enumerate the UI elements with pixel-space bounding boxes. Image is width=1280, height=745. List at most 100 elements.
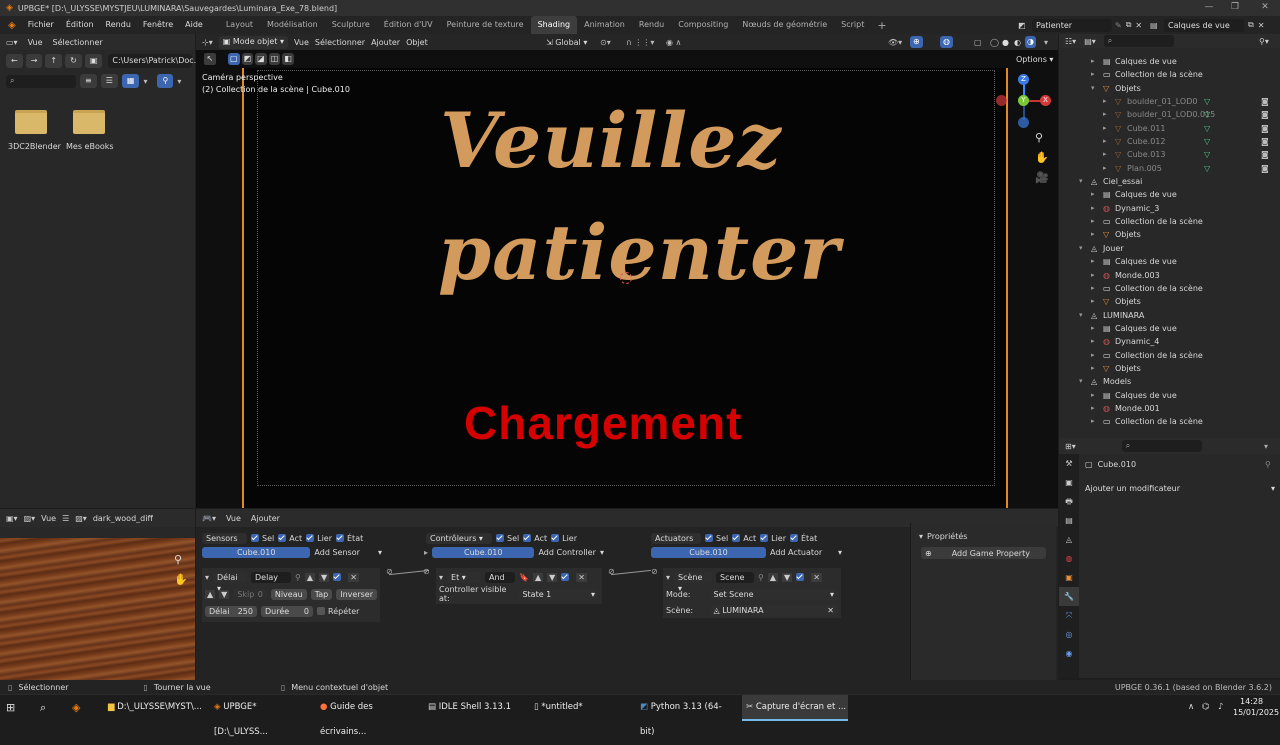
move-up-icon[interactable]: ▲ bbox=[767, 572, 779, 582]
add-modifier-dropdown[interactable]: Ajouter un modificateur ▾ bbox=[1085, 484, 1275, 493]
outliner-editor-icon[interactable]: ☷▾ bbox=[1065, 37, 1076, 46]
outliner-row[interactable]: ▾ ◬ Jouer bbox=[1059, 242, 1280, 255]
proportional-edit-icon[interactable]: ◉ ∧ bbox=[666, 38, 681, 47]
sensors-act-checkbox[interactable]: Act bbox=[278, 534, 302, 543]
move-down-icon[interactable]: ▼ bbox=[547, 572, 558, 582]
viewport-3d[interactable]: ⊹▾ ▣ Mode objet ▾ Vue Sélectionner Ajout… bbox=[196, 34, 1058, 508]
logic-add-menu[interactable]: Ajouter bbox=[251, 514, 280, 523]
expand-closed-icon[interactable]: ▸ bbox=[1103, 108, 1107, 121]
scene-pin-icon[interactable]: ✎ bbox=[1115, 21, 1122, 30]
sensors-link-checkbox[interactable]: Lier bbox=[306, 534, 332, 543]
scene-tab-icon[interactable]: ◬ bbox=[1059, 530, 1079, 549]
expand-closed-icon[interactable]: ▸ bbox=[1091, 269, 1095, 282]
gizmo-x-circle[interactable]: X bbox=[1040, 95, 1051, 106]
expand-closed-icon[interactable]: ▸ bbox=[1091, 415, 1095, 428]
viewport-menu-select[interactable]: Sélectionner bbox=[315, 38, 365, 47]
controllers-link-checkbox[interactable]: Lier bbox=[551, 534, 577, 543]
move-up-icon[interactable]: ▲ bbox=[532, 572, 544, 582]
visibility-icon[interactable]: 👁▾ bbox=[888, 38, 902, 47]
tab-geometry-nodes[interactable]: Nœuds de géométrie bbox=[735, 16, 834, 34]
outliner-row[interactable]: ▸ ▤ Calques de vue bbox=[1059, 55, 1280, 68]
controller-expand-icon[interactable]: ▸ bbox=[424, 548, 428, 557]
outliner-filter-icon[interactable]: ⚲▾ bbox=[1259, 37, 1269, 46]
maximize-button[interactable]: ❐ bbox=[1222, 0, 1248, 16]
view-layer-copy-icon[interactable]: ⧉ bbox=[1248, 20, 1254, 30]
shading-solid-icon[interactable]: ● bbox=[1002, 38, 1009, 47]
taskbar-item-explorer[interactable]: ▆ D:\_ULYSSE\MYST\... bbox=[104, 695, 204, 721]
active-tool-icon[interactable]: ↖ bbox=[204, 53, 216, 65]
expand-closed-icon[interactable]: ▸ bbox=[1091, 188, 1095, 201]
controller-state-dropdown[interactable]: State 1 ▾ bbox=[518, 588, 599, 600]
controllers-sel-checkbox[interactable]: Sel bbox=[496, 534, 519, 543]
pulse-down-icon[interactable]: ▼ bbox=[219, 589, 230, 599]
refresh-icon[interactable]: ↻ bbox=[65, 54, 82, 68]
link-socket-icon[interactable]: ⊘ bbox=[386, 567, 393, 576]
actuators-state-checkbox[interactable]: État bbox=[790, 534, 817, 543]
detail-view-icon[interactable]: ☰ bbox=[100, 74, 118, 88]
image-pan-icon[interactable]: ✋ bbox=[174, 573, 188, 586]
tab-scripting[interactable]: Script bbox=[834, 16, 871, 34]
expand-closed-icon[interactable]: ▸ bbox=[1103, 162, 1107, 175]
outliner-row[interactable]: ▸ ▤ Calques de vue bbox=[1059, 322, 1280, 335]
viewport-editor-icon[interactable]: ⊹▾ bbox=[202, 38, 213, 47]
clock-time[interactable]: 14:28 bbox=[1240, 697, 1263, 706]
taskbar-item-snipping[interactable]: ✂ Capture d'écran et ... bbox=[742, 695, 848, 721]
collapse-icon[interactable]: ▾ bbox=[666, 573, 670, 582]
file-select-menu[interactable]: Sélectionner bbox=[53, 38, 103, 47]
gizmo-neg-z-circle[interactable] bbox=[1018, 117, 1029, 128]
shading-options-icon[interactable]: ▾ bbox=[1044, 38, 1048, 47]
tap-button[interactable]: Tap bbox=[310, 588, 333, 600]
bookmark-icon[interactable]: 🔖 bbox=[519, 573, 529, 582]
expand-open-icon[interactable]: ▾ bbox=[1091, 82, 1095, 95]
expand-closed-icon[interactable]: ▸ bbox=[1091, 402, 1095, 415]
move-down-icon[interactable]: ▼ bbox=[319, 572, 330, 582]
sensor-name-field[interactable]: Delay bbox=[251, 571, 292, 583]
mode-dropdown[interactable]: Set Scene ▾ bbox=[709, 588, 838, 600]
expand-closed-icon[interactable]: ▸ bbox=[1091, 389, 1095, 402]
move-up-icon[interactable]: ▲ bbox=[304, 572, 316, 582]
outliner-row[interactable]: ▸ ▤ Calques de vue bbox=[1059, 389, 1280, 402]
actuator-pin-icon[interactable]: ⚲ bbox=[758, 573, 764, 582]
transform-orientation-dropdown[interactable]: ⇲ Global ▾ bbox=[546, 38, 587, 47]
controllers-filter-dropdown[interactable]: Contrôleurs ▾ bbox=[426, 532, 492, 544]
scene-copy-icon[interactable]: ⧉ bbox=[1126, 20, 1132, 30]
pulse-up-icon[interactable]: ▲ bbox=[205, 589, 216, 599]
parent-folder-icon[interactable]: ↑ bbox=[45, 54, 63, 68]
clock-date[interactable]: 15/01/2025 bbox=[1233, 708, 1279, 717]
viewport-menu-view[interactable]: Vue bbox=[294, 38, 309, 47]
outliner-row[interactable]: ▸ ◍ Dynamic_4 bbox=[1059, 335, 1280, 348]
viewport-menu-add[interactable]: Ajouter bbox=[371, 38, 400, 47]
data-tab-icon[interactable]: ◉ bbox=[1059, 644, 1079, 663]
outliner-row[interactable]: ▸ ▭ Collection de la scène bbox=[1059, 349, 1280, 362]
sensor-type-dropdown[interactable]: Délai ▾ bbox=[213, 571, 248, 593]
render-visibility-icon[interactable]: ◙ bbox=[1261, 135, 1269, 148]
tab-modeling[interactable]: Modélisation bbox=[260, 16, 325, 34]
properties-options-icon[interactable]: ▾ bbox=[1264, 442, 1268, 451]
move-down-icon[interactable]: ▼ bbox=[782, 572, 793, 582]
tray-network-icon[interactable]: ⌬ bbox=[1202, 695, 1214, 721]
view-layer-tab-icon[interactable]: ▤ bbox=[1059, 511, 1079, 530]
taskbar-item-idle[interactable]: ▤ IDLE Shell 3.13.1 bbox=[424, 695, 524, 721]
outliner-row[interactable]: ▾ ◬ LUMINARA bbox=[1059, 309, 1280, 322]
sensors-filter-dropdown[interactable]: Sensors ▾ bbox=[202, 532, 247, 554]
outliner-row[interactable]: ▸ ▽ boulder_01_LOD0.015 ◙ ▽ bbox=[1059, 108, 1280, 121]
expand-closed-icon[interactable]: ▸ bbox=[1091, 282, 1095, 295]
menu-edit[interactable]: Édition bbox=[60, 16, 100, 34]
expand-closed-icon[interactable]: ▸ bbox=[1091, 335, 1095, 348]
outliner-row[interactable]: ▸ ▽ Cube.012 ◙ ▽ bbox=[1059, 135, 1280, 148]
display-mode-icon[interactable]: ▤▾ bbox=[1084, 37, 1096, 46]
close-button[interactable]: ✕ bbox=[1252, 0, 1278, 16]
tray-chevron-icon[interactable]: ∧ bbox=[1188, 695, 1198, 721]
pan-hand-icon[interactable]: ✋ bbox=[1035, 151, 1049, 164]
image-editor-mode-icon[interactable]: ▨▾ bbox=[24, 514, 36, 523]
tab-uv-editing[interactable]: Édition d'UV bbox=[377, 16, 440, 34]
outliner-row[interactable]: ▾ ◬ Models bbox=[1059, 375, 1280, 388]
folder-item[interactable]: Mes eBooks bbox=[66, 110, 114, 151]
select-intersect-icon[interactable]: ◧ bbox=[282, 53, 294, 65]
menu-window[interactable]: Fenêtre bbox=[137, 16, 179, 34]
tab-animation[interactable]: Animation bbox=[577, 16, 632, 34]
outliner-row[interactable]: ▸ ▽ Plan.005 ◙ ▽ bbox=[1059, 162, 1280, 175]
expand-closed-icon[interactable]: ▸ bbox=[1091, 255, 1095, 268]
gizmo-neg-x-circle[interactable] bbox=[996, 95, 1007, 106]
actuator-active-checkbox[interactable] bbox=[796, 573, 805, 581]
